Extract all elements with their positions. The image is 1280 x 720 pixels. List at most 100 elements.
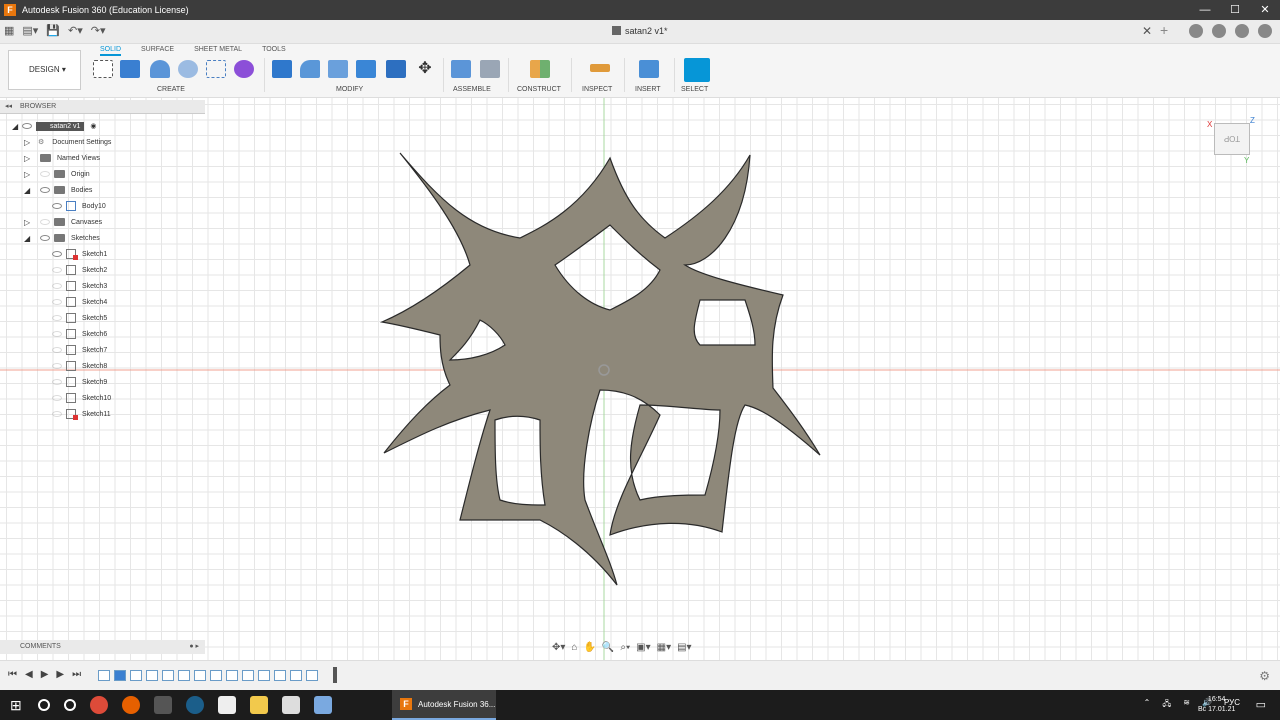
inspect-group-label[interactable]: INSPECT	[582, 86, 612, 93]
sketch-row[interactable]: Sketch2	[52, 262, 107, 278]
body10-profile[interactable]	[379, 152, 821, 586]
select-icon[interactable]	[684, 58, 710, 82]
hole-icon[interactable]	[178, 60, 198, 78]
file-menu-icon[interactable]: ▤▾	[22, 24, 38, 37]
shell-icon[interactable]	[356, 60, 376, 78]
combine-icon[interactable]	[386, 60, 406, 78]
timeline-feature[interactable]	[242, 670, 254, 681]
body10-shape[interactable]	[379, 152, 821, 586]
close-window-button[interactable]: ✕	[1250, 0, 1280, 20]
sketch-row[interactable]: Sketch6	[52, 326, 107, 342]
help-icon[interactable]	[1235, 24, 1249, 38]
eye-icon[interactable]	[40, 187, 50, 193]
notifications-icon[interactable]	[1212, 24, 1226, 38]
timeline-marker[interactable]	[333, 667, 337, 683]
collapsed-icon[interactable]: ▷	[24, 138, 34, 147]
create-group-label[interactable]: CREATE	[157, 86, 185, 93]
fit-icon[interactable]: ⌕▾	[620, 642, 630, 653]
expanded-icon[interactable]: ◢	[12, 122, 22, 131]
collapsed-icon[interactable]: ▷	[24, 154, 34, 163]
tree-item-canvases[interactable]: ▷ Canvases	[24, 214, 102, 230]
comments-add-icon[interactable]: ● ▸	[189, 640, 199, 654]
network-icon[interactable]: 🖧	[1162, 698, 1171, 712]
measure-icon[interactable]	[590, 64, 610, 72]
user-avatar[interactable]	[1258, 24, 1272, 38]
eye-icon[interactable]	[52, 395, 62, 401]
notification-center-icon[interactable]: ▭	[1256, 698, 1266, 711]
tree-item-sketches[interactable]: ◢ Sketches	[24, 230, 100, 246]
tab-surface[interactable]: SURFACE	[141, 46, 174, 56]
modify-group-label[interactable]: MODIFY	[336, 86, 363, 93]
windows-start-icon[interactable]: ⊞	[10, 697, 22, 714]
job-status-icon[interactable]	[1189, 24, 1203, 38]
eye-icon[interactable]	[40, 219, 50, 225]
sketch-row[interactable]: Sketch10	[52, 390, 111, 406]
taskbar-fusion-button[interactable]: F Autodesk Fusion 36...	[392, 690, 496, 720]
orbit-icon[interactable]: ✥▾	[552, 642, 565, 653]
timeline-feature[interactable]	[306, 670, 318, 681]
collapsed-icon[interactable]: ▷	[24, 218, 34, 227]
search-icon[interactable]	[38, 699, 50, 711]
tree-item-origin[interactable]: ▷ Origin	[24, 166, 90, 182]
timeline-feature[interactable]	[226, 670, 238, 681]
eye-icon[interactable]	[40, 235, 50, 241]
browser-header[interactable]: ◂◂ BROWSER	[0, 100, 205, 114]
look-at-icon[interactable]: ⌂	[571, 642, 577, 653]
mail-icon[interactable]	[282, 696, 300, 714]
redo-icon[interactable]: ↷▾	[91, 24, 106, 37]
tab-solid[interactable]: SOLID	[100, 46, 122, 56]
expanded-icon[interactable]: ◢	[24, 234, 34, 243]
timeline-feature[interactable]	[130, 670, 142, 681]
construct-group-label[interactable]: CONSTRUCT	[517, 86, 561, 93]
step-forward-icon[interactable]: ▶	[56, 669, 64, 680]
minimize-button[interactable]: —	[1190, 0, 1220, 20]
eye-icon[interactable]	[52, 299, 62, 305]
fillet-icon[interactable]	[300, 60, 320, 78]
grid-settings-icon[interactable]: ▦▾	[657, 642, 671, 653]
zoom-icon[interactable]: 🔍	[602, 642, 614, 653]
press-pull-icon[interactable]	[272, 60, 292, 78]
undo-icon[interactable]: ↶▾	[68, 24, 83, 37]
sketch-row[interactable]: Sketch4	[52, 294, 107, 310]
timeline-feature[interactable]	[258, 670, 270, 681]
eye-icon[interactable]	[52, 331, 62, 337]
joint-icon[interactable]	[480, 60, 500, 78]
collapse-browser-icon[interactable]: ◂◂	[5, 100, 12, 114]
chrome-icon[interactable]	[90, 696, 108, 714]
close-tab-icon[interactable]: ✕	[1142, 24, 1152, 38]
tray-chevron-icon[interactable]: ⌃	[1144, 698, 1151, 712]
sketch-row[interactable]: Sketch11	[52, 406, 111, 422]
eye-icon[interactable]	[52, 347, 62, 353]
sketch-row[interactable]: Sketch7	[52, 342, 107, 358]
create-form-icon[interactable]	[234, 60, 254, 78]
play-icon[interactable]: ▶	[41, 669, 49, 680]
comments-panel[interactable]: COMMENTS ● ▸	[0, 640, 205, 654]
steam-icon[interactable]	[186, 696, 204, 714]
eye-icon[interactable]	[52, 251, 62, 257]
eye-icon[interactable]	[52, 283, 62, 289]
timeline-feature[interactable]	[162, 670, 174, 681]
eye-icon[interactable]	[52, 411, 62, 417]
create-sketch-icon[interactable]	[93, 60, 113, 78]
chamfer-icon[interactable]	[328, 60, 348, 78]
maximize-button[interactable]: ☐	[1220, 0, 1250, 20]
tree-item-body10[interactable]: Body10	[52, 198, 106, 214]
eye-icon[interactable]	[52, 315, 62, 321]
data-panel-icon[interactable]: ▦	[4, 24, 14, 37]
viewports-icon[interactable]: ▤▾	[677, 642, 691, 653]
sketch-row[interactable]: Sketch8	[52, 358, 107, 374]
eye-icon[interactable]	[52, 203, 62, 209]
revolve-icon[interactable]	[150, 60, 170, 78]
workspace-switcher[interactable]: DESIGN ▾	[8, 50, 81, 90]
display-settings-icon[interactable]: ▣▾	[636, 642, 650, 653]
timeline-settings-icon[interactable]: ⚙	[1259, 669, 1270, 683]
timeline-feature[interactable]	[178, 670, 190, 681]
extrude-icon[interactable]	[120, 60, 140, 78]
terminal-icon[interactable]	[154, 696, 172, 714]
tab-tools[interactable]: TOOLS	[262, 46, 286, 56]
pattern-icon[interactable]	[206, 60, 226, 78]
taskbar-clock[interactable]: 16:54 Вс 17.01.21	[1198, 695, 1235, 715]
collapsed-icon[interactable]: ▷	[24, 170, 34, 179]
tab-sheet-metal[interactable]: SHEET METAL	[194, 46, 242, 56]
timeline-feature[interactable]	[290, 670, 302, 681]
